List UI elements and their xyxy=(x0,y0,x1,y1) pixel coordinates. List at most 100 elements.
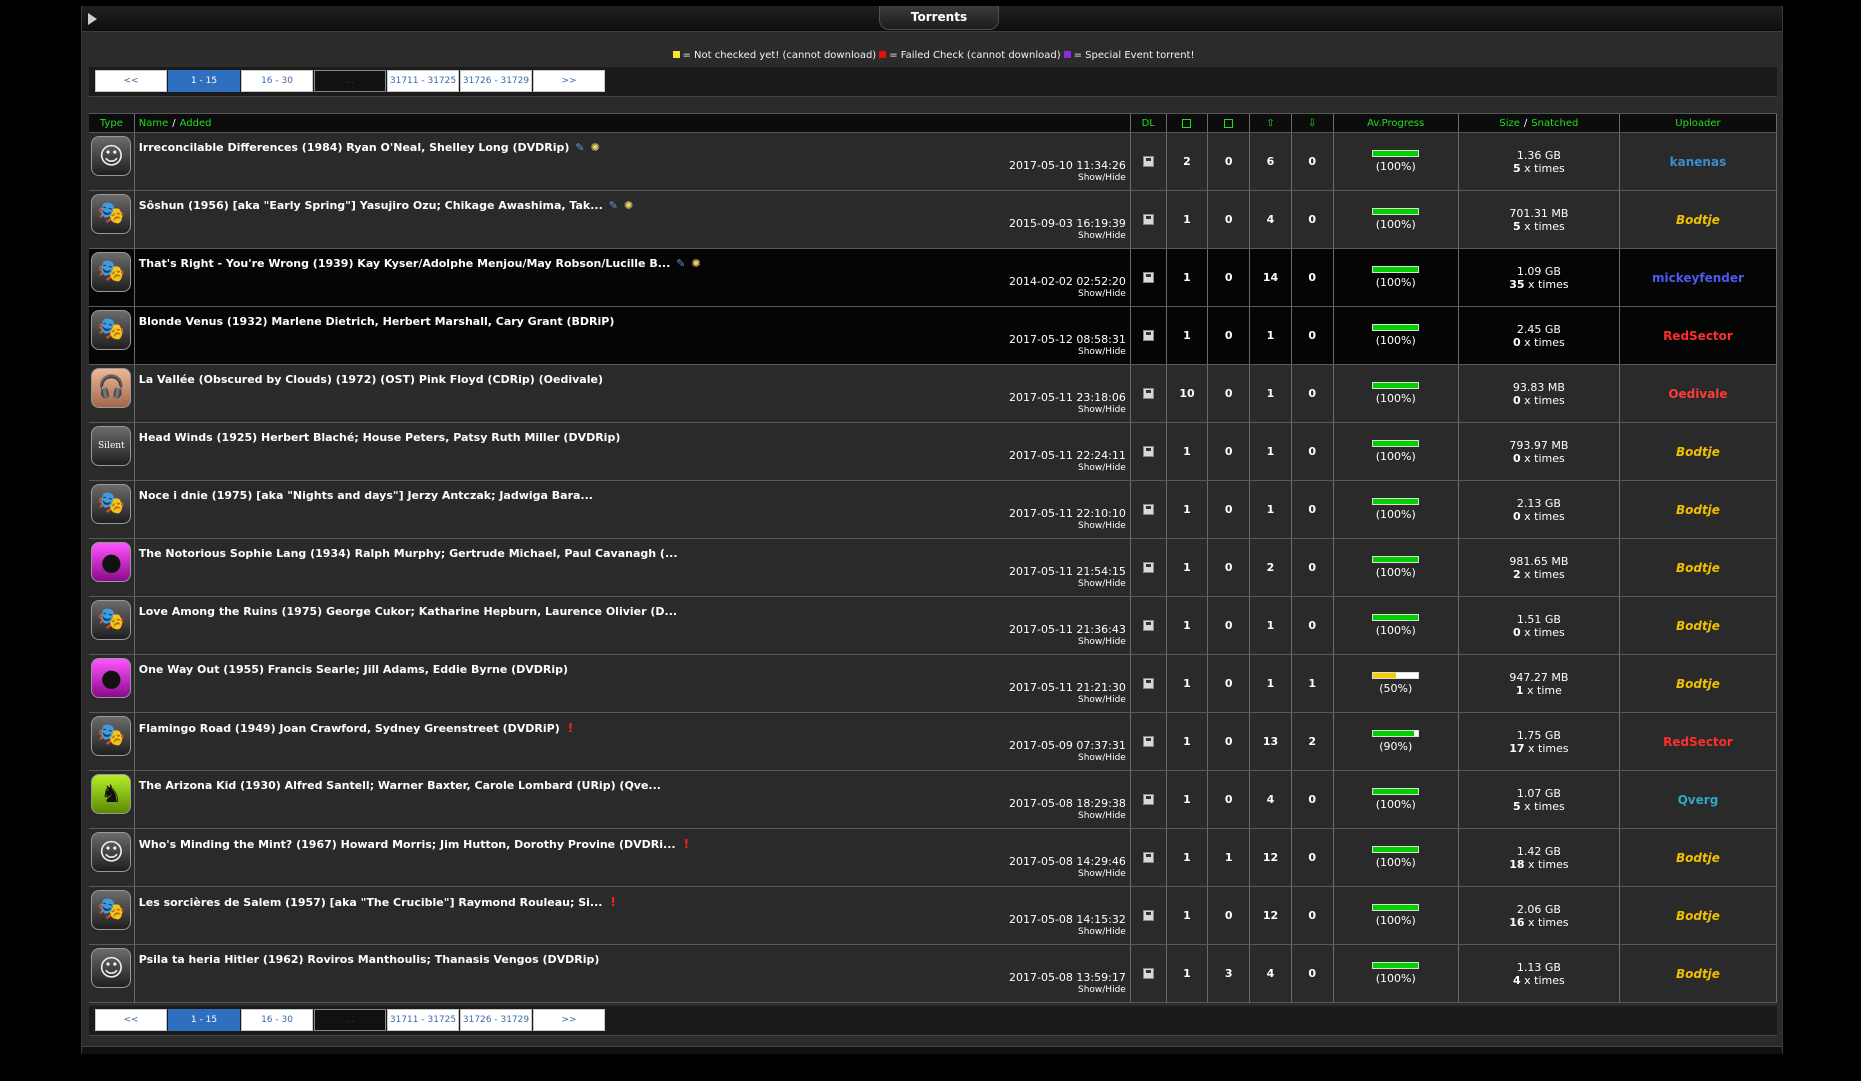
leechers-count[interactable]: 1 xyxy=(1292,655,1334,712)
show-hide-link[interactable]: Show/Hide xyxy=(1078,405,1126,415)
show-hide-link[interactable]: Show/Hide xyxy=(1078,289,1126,299)
download-floppy-icon[interactable] xyxy=(1142,910,1154,921)
torrent-title-link[interactable]: The Notorious Sophie Lang (1934) Ralph M… xyxy=(139,547,678,560)
download-floppy-icon[interactable] xyxy=(1142,620,1154,631)
show-hide-link[interactable]: Show/Hide xyxy=(1078,173,1126,183)
leechers-count[interactable]: 0 xyxy=(1292,133,1334,190)
snatched-times[interactable]: 16 x times xyxy=(1509,916,1568,929)
page-link[interactable]: 1 - 15 xyxy=(168,1009,240,1031)
snatched-times[interactable]: 0 x times xyxy=(1513,452,1565,465)
uploader-link[interactable]: Bodtje xyxy=(1676,503,1720,517)
show-hide-link[interactable]: Show/Hide xyxy=(1078,231,1126,241)
download-floppy-icon[interactable] xyxy=(1142,446,1154,457)
seeders-count[interactable]: 1 xyxy=(1250,307,1292,364)
seeders-count[interactable]: 4 xyxy=(1250,945,1292,1002)
uploader-link[interactable]: RedSector xyxy=(1663,329,1733,343)
uploader-link[interactable]: Qverg xyxy=(1678,793,1719,807)
download-floppy-icon[interactable] xyxy=(1142,330,1154,341)
torrent-title-link[interactable]: Sôshun (1956) [aka "Early Spring"] Yasuj… xyxy=(139,199,603,212)
snatched-times[interactable]: 5 x times xyxy=(1513,800,1565,813)
download-floppy-icon[interactable] xyxy=(1142,562,1154,573)
leechers-count[interactable]: 2 xyxy=(1292,713,1334,770)
snatched-times[interactable]: 0 x times xyxy=(1513,394,1565,407)
leechers-count[interactable]: 0 xyxy=(1292,423,1334,480)
download-floppy-icon[interactable] xyxy=(1142,214,1154,225)
show-hide-link[interactable]: Show/Hide xyxy=(1078,347,1126,357)
page-link[interactable]: 31726 - 31729 xyxy=(460,70,532,92)
show-hide-link[interactable]: Show/Hide xyxy=(1078,985,1126,995)
torrent-title-link[interactable]: Head Winds (1925) Herbert Blaché; House … xyxy=(139,431,621,444)
category-icon[interactable]: Silent xyxy=(91,426,132,466)
col-files[interactable] xyxy=(1167,114,1209,132)
seeders-count[interactable]: 14 xyxy=(1250,249,1292,306)
snatched-times[interactable]: 18 x times xyxy=(1509,858,1568,871)
torrent-title-link[interactable]: The Arizona Kid (1930) Alfred Santell; W… xyxy=(139,779,661,792)
category-icon[interactable]: ☺ xyxy=(91,832,132,872)
snatched-times[interactable]: 0 x times xyxy=(1513,510,1565,523)
leechers-count[interactable]: 0 xyxy=(1292,481,1334,538)
seeders-count[interactable]: 6 xyxy=(1250,133,1292,190)
page-link[interactable]: >> xyxy=(533,1009,605,1031)
category-icon[interactable]: ☺ xyxy=(91,948,132,988)
seeders-count[interactable]: 1 xyxy=(1250,655,1292,712)
col-snatched[interactable]: Snatched xyxy=(1531,118,1578,129)
show-hide-link[interactable]: Show/Hide xyxy=(1078,753,1126,763)
leechers-count[interactable]: 0 xyxy=(1292,365,1334,422)
page-link[interactable]: 31711 - 31725 xyxy=(387,1009,459,1031)
page-link[interactable]: 31711 - 31725 xyxy=(387,70,459,92)
snatched-times[interactable]: 5 x times xyxy=(1513,162,1565,175)
torrent-title-link[interactable]: Blonde Venus (1932) Marlene Dietrich, He… xyxy=(139,315,615,328)
torrent-title-link[interactable]: La Vallée (Obscured by Clouds) (1972) (O… xyxy=(139,373,603,386)
leechers-count[interactable]: 0 xyxy=(1292,191,1334,248)
category-icon[interactable]: 🎧 xyxy=(91,368,132,408)
col-seeders[interactable]: ⇧ xyxy=(1250,114,1292,132)
snatched-times[interactable]: 1 x time xyxy=(1516,684,1562,697)
seeders-count[interactable]: 4 xyxy=(1250,191,1292,248)
download-floppy-icon[interactable] xyxy=(1142,388,1154,399)
torrent-title-link[interactable]: Les sorcières de Salem (1957) [aka "The … xyxy=(139,896,603,909)
category-icon[interactable]: ☺ xyxy=(91,136,132,176)
seeders-count[interactable]: 2 xyxy=(1250,539,1292,596)
seeders-count[interactable]: 4 xyxy=(1250,771,1292,828)
leechers-count[interactable]: 0 xyxy=(1292,597,1334,654)
leechers-count[interactable]: 0 xyxy=(1292,887,1334,944)
leechers-count[interactable]: 0 xyxy=(1292,249,1334,306)
seeders-count[interactable]: 12 xyxy=(1250,829,1292,886)
leechers-count[interactable]: 0 xyxy=(1292,771,1334,828)
download-floppy-icon[interactable] xyxy=(1142,272,1154,283)
uploader-link[interactable]: mickeyfender xyxy=(1652,271,1744,285)
leechers-count[interactable]: 0 xyxy=(1292,539,1334,596)
uploader-link[interactable]: Bodtje xyxy=(1676,677,1720,691)
leechers-count[interactable]: 0 xyxy=(1292,307,1334,364)
snatched-times[interactable]: 2 x times xyxy=(1513,568,1565,581)
torrent-title-link[interactable]: Psila ta heria Hitler (1962) Roviros Man… xyxy=(139,953,600,966)
category-icon[interactable]: 🎭 xyxy=(91,252,132,292)
seeders-count[interactable]: 1 xyxy=(1250,423,1292,480)
seeders-count[interactable]: 13 xyxy=(1250,713,1292,770)
col-dl[interactable]: DL xyxy=(1131,114,1167,132)
torrent-title-link[interactable]: That's Right - You're Wrong (1939) Kay K… xyxy=(139,257,671,270)
category-icon[interactable]: ● xyxy=(91,542,132,582)
page-link[interactable]: 16 - 30 xyxy=(241,70,313,92)
uploader-link[interactable]: Bodtje xyxy=(1676,213,1720,227)
col-leechers[interactable]: ⇩ xyxy=(1292,114,1334,132)
uploader-link[interactable]: Bodtje xyxy=(1676,619,1720,633)
col-size[interactable]: Size xyxy=(1499,118,1520,129)
col-name[interactable]: Name xyxy=(139,118,169,129)
col-added[interactable]: Added xyxy=(180,118,212,129)
seeders-count[interactable]: 12 xyxy=(1250,887,1292,944)
seeders-count[interactable]: 1 xyxy=(1250,365,1292,422)
page-link[interactable]: 16 - 30 xyxy=(241,1009,313,1031)
page-link[interactable]: << xyxy=(95,70,167,92)
download-floppy-icon[interactable] xyxy=(1142,852,1154,863)
col-type[interactable]: Type xyxy=(89,114,135,132)
col-uploader[interactable]: Uploader xyxy=(1620,114,1777,132)
category-icon[interactable]: 🎭 xyxy=(91,600,132,640)
snatched-times[interactable]: 0 x times xyxy=(1513,336,1565,349)
show-hide-link[interactable]: Show/Hide xyxy=(1078,811,1126,821)
page-link[interactable]: 31726 - 31729 xyxy=(460,1009,532,1031)
torrent-title-link[interactable]: Irreconcilable Differences (1984) Ryan O… xyxy=(139,141,570,154)
torrent-title-link[interactable]: Flamingo Road (1949) Joan Crawford, Sydn… xyxy=(139,722,560,735)
uploader-link[interactable]: RedSector xyxy=(1663,735,1733,749)
uploader-link[interactable]: Oedivale xyxy=(1668,387,1727,401)
